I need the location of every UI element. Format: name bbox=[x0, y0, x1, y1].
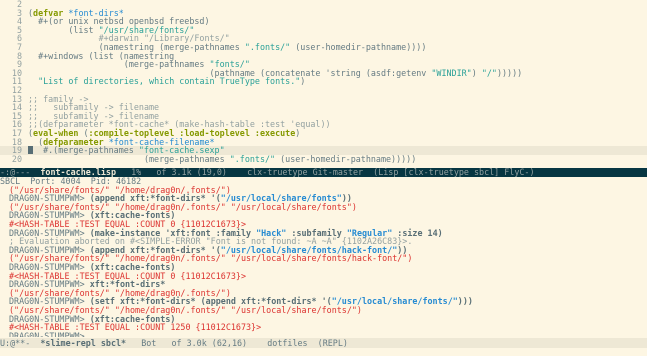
line-number: 2 bbox=[16, 0, 22, 9]
code-line[interactable]: 20 (merge-pathnames ".fonts/" (user-home… bbox=[0, 153, 647, 164]
slime-repl[interactable]: SBCL Port: 4004 Pid: 46182 ("/usr/share/… bbox=[0, 177, 647, 337]
line-number: 4 bbox=[16, 16, 22, 27]
editor-mode-line: -:@--- font-cache.lisp 1% of 3.1k (19,0)… bbox=[0, 168, 647, 177]
modeline-status: Bot of 3.0k (62,16) dotfiles (REPL) bbox=[126, 338, 348, 348]
line-number: 20 bbox=[11, 153, 22, 164]
code-text[interactable] bbox=[28, 86, 647, 95]
line-number: 3 bbox=[16, 7, 22, 18]
code-text[interactable]: (merge-pathnames ".fonts/" (user-homedir… bbox=[28, 154, 647, 164]
modeline-status: 1% of 3.1k (19,0) clx-truetype Git-maste… bbox=[116, 167, 535, 177]
repl-line[interactable]: #<HASH-TABLE :TEST EQUAL :COUNT 1250 {11… bbox=[0, 323, 647, 332]
modeline-flags: U:@**- bbox=[0, 338, 31, 348]
modeline-buffer-name[interactable]: font-cache.lisp bbox=[40, 167, 116, 177]
repl-line[interactable]: DRAG0N-STUMPWM> bbox=[0, 331, 647, 337]
modeline-flags: -:@--- bbox=[0, 167, 31, 177]
line-number: 8 bbox=[16, 50, 22, 61]
code-editor[interactable]: 2 3 (defvar *font-dirs* 4 #+(or unix netbsd… bbox=[0, 0, 647, 168]
code-line[interactable]: 11 "List of directories, which contain T… bbox=[0, 77, 647, 86]
code-line[interactable]: 12 bbox=[0, 86, 647, 95]
code-text[interactable]: "List of directories, which contain True… bbox=[28, 77, 647, 86]
line-number: 7 bbox=[16, 41, 22, 52]
line-number: 6 bbox=[16, 33, 22, 44]
repl-mode-line: U:@**- *slime-repl sbcl* Bot of 3.0k (62… bbox=[0, 338, 647, 348]
echo-area bbox=[0, 348, 647, 356]
modeline-buffer-name[interactable]: *slime-repl sbcl* bbox=[40, 338, 126, 348]
line-number: 5 bbox=[16, 24, 22, 35]
